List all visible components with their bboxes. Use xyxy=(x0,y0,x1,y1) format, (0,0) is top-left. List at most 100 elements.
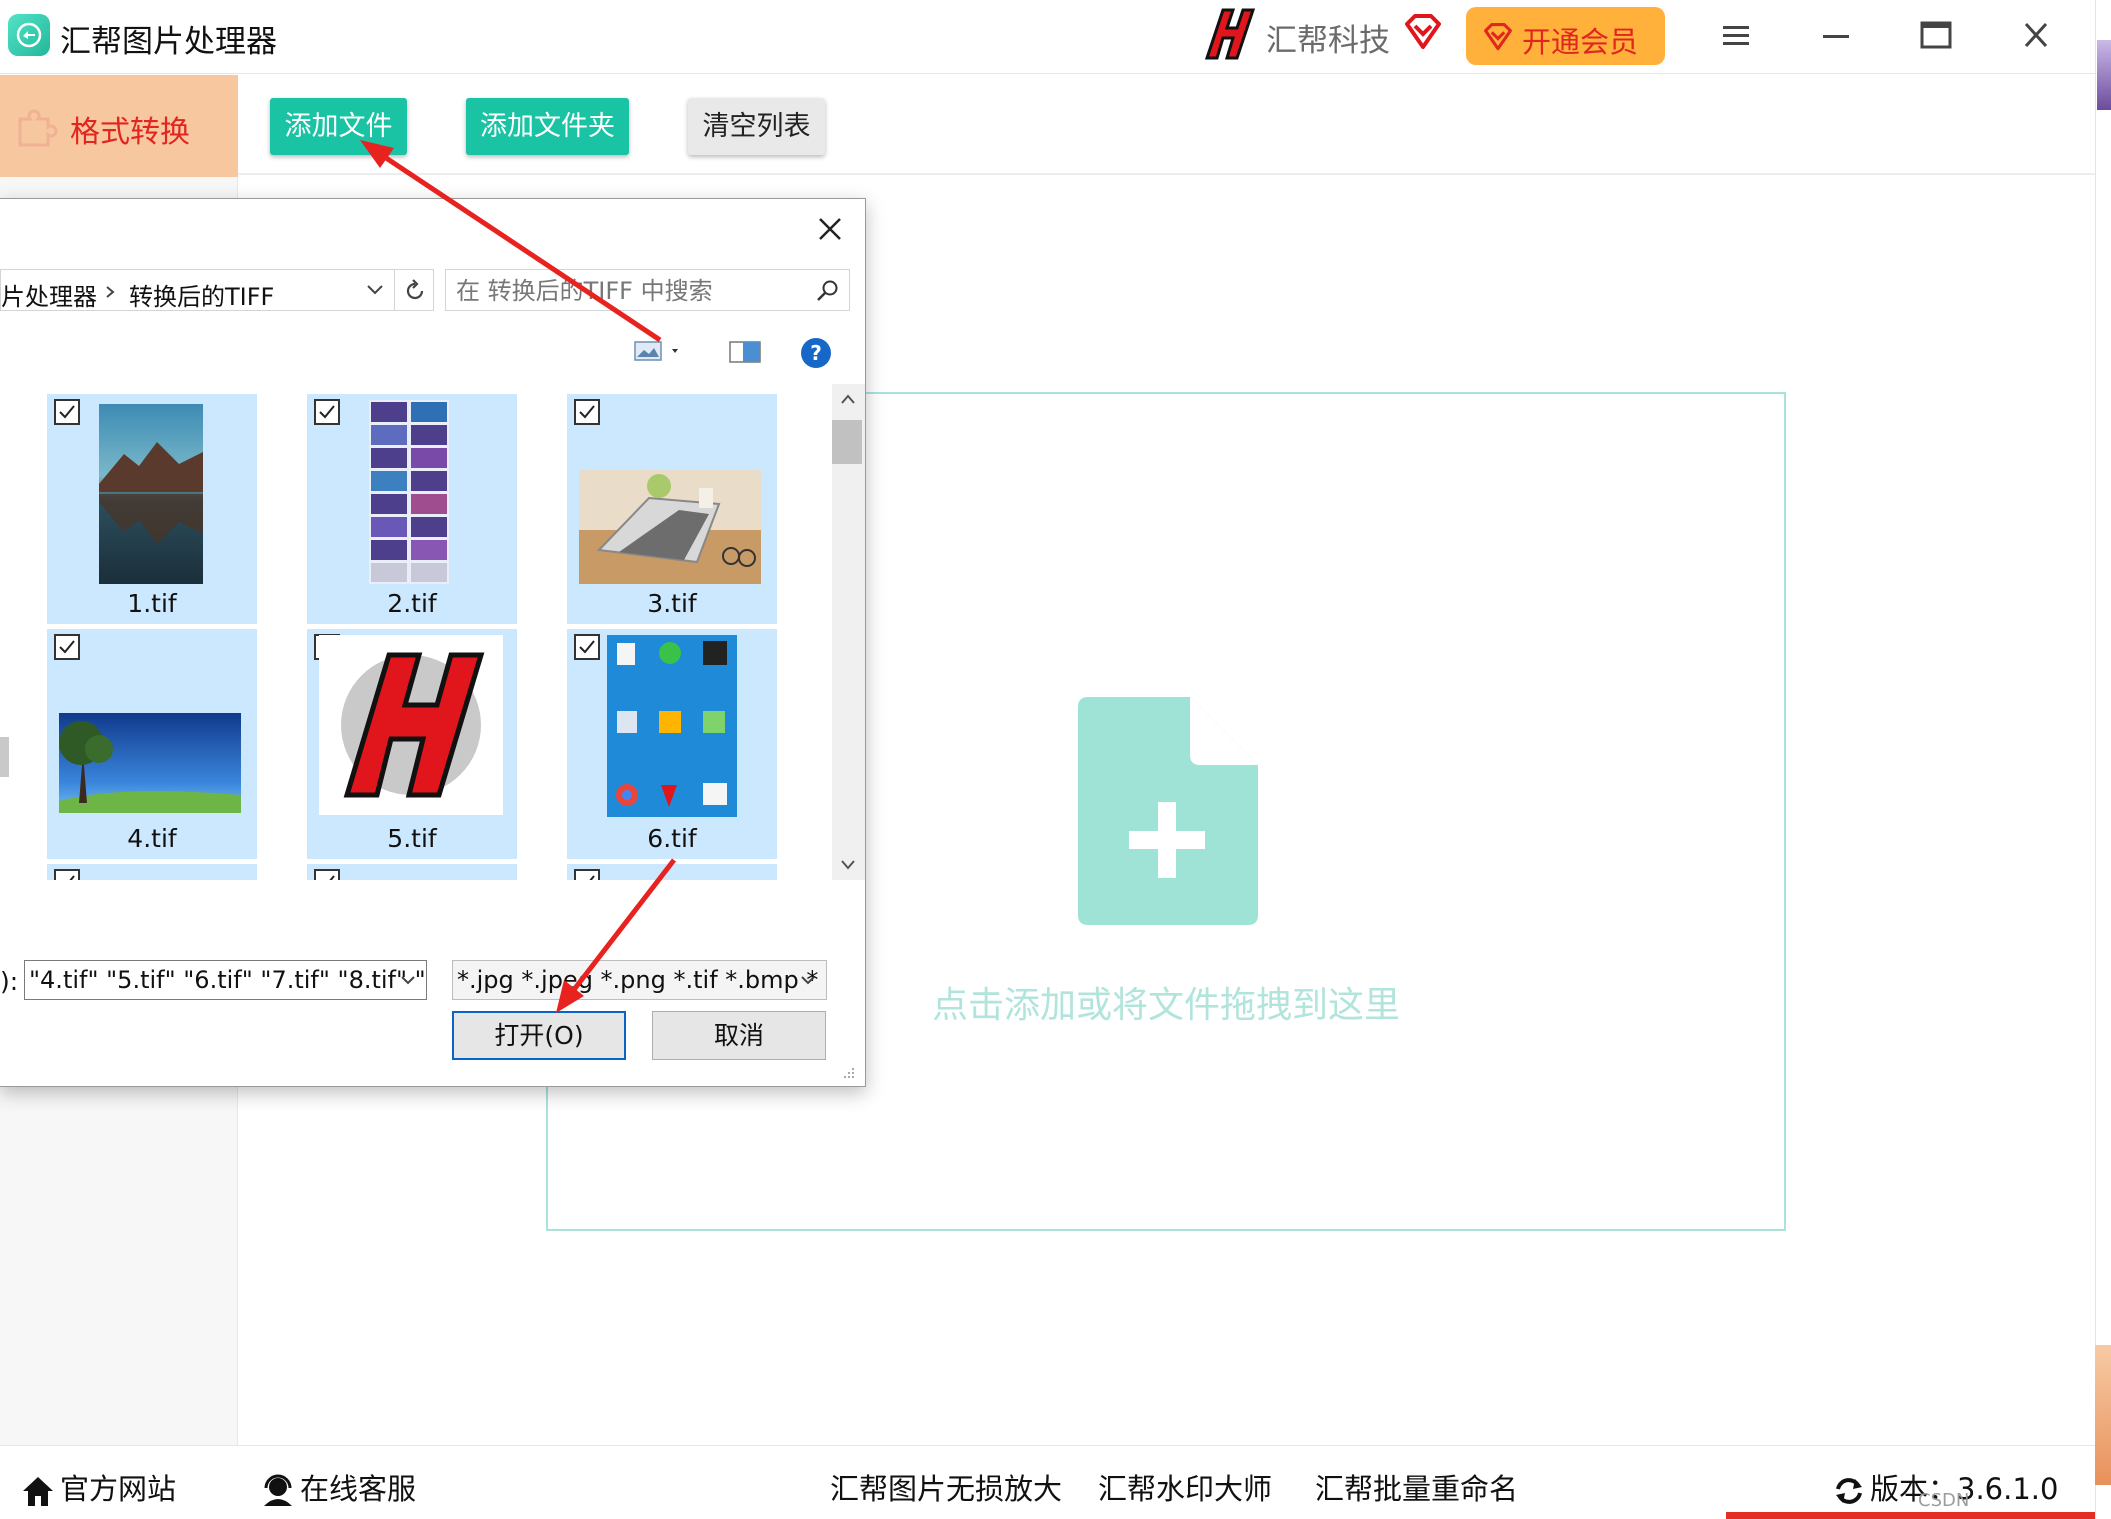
image-thumbnail xyxy=(607,635,737,817)
checkbox[interactable] xyxy=(54,869,80,880)
left-scroll-stub xyxy=(0,737,9,777)
sidebar-item-label: 格式转换 xyxy=(70,115,190,150)
svg-text:?: ? xyxy=(810,341,822,365)
preview-pane-icon[interactable] xyxy=(729,341,761,363)
view-options-icon[interactable] xyxy=(634,339,682,363)
dialog-close-icon[interactable] xyxy=(814,213,846,245)
scrollbar-thumb[interactable] xyxy=(832,420,862,464)
chevron-down-icon[interactable] xyxy=(800,975,816,985)
filename-label: ): xyxy=(0,967,19,996)
scroll-down-icon[interactable] xyxy=(841,860,855,870)
checkbox[interactable] xyxy=(574,869,600,880)
toolbar: 添加文件 添加文件夹 清空列表 xyxy=(238,75,2095,175)
vip-label: 开通会员 xyxy=(1522,25,1639,59)
file-tile[interactable] xyxy=(567,864,777,880)
brand-logo-icon xyxy=(1204,8,1255,60)
menu-button[interactable] xyxy=(1714,16,1758,56)
app-title: 汇帮图片处理器 xyxy=(60,24,277,60)
filetype-select[interactable]: *.jpg *.jpeg *.png *.tif *.bmp * xyxy=(452,960,827,1000)
check-icon xyxy=(579,405,595,419)
search-input[interactable] xyxy=(456,276,796,306)
refresh-button[interactable] xyxy=(394,269,434,311)
close-button[interactable] xyxy=(2014,16,2058,56)
search-icon xyxy=(817,280,838,301)
filename-input[interactable]: "4.tif" "5.tif" "6.tif" "7.tif" "8.tif" … xyxy=(24,960,427,1000)
refresh-icon xyxy=(406,279,424,300)
add-folder-button[interactable]: 添加文件夹 xyxy=(466,98,629,155)
resize-grip-icon[interactable] xyxy=(840,1064,856,1080)
support-label: 在线客服 xyxy=(300,1472,417,1506)
vip-button[interactable]: 开通会员 xyxy=(1466,7,1665,65)
file-tile[interactable]: 4.tif xyxy=(47,629,257,859)
minimize-button[interactable] xyxy=(1814,16,1858,56)
puzzle-icon xyxy=(18,109,58,147)
file-name: 6.tif xyxy=(647,824,697,853)
file-open-dialog: 片处理器 转换后的TIFF ? xyxy=(0,198,866,1087)
file-tile[interactable] xyxy=(307,864,517,880)
image-thumbnail xyxy=(579,470,761,584)
breadcrumb-separator-icon xyxy=(106,286,115,298)
image-thumbnail xyxy=(319,635,503,815)
headset-icon xyxy=(264,1474,292,1506)
right-edge-strip xyxy=(2095,0,2111,1519)
file-name: 3.tif xyxy=(647,589,697,618)
maximize-icon xyxy=(1920,21,1952,49)
check-icon xyxy=(59,640,75,654)
address-bar[interactable]: 片处理器 转换后的TIFF xyxy=(0,269,434,311)
checkbox[interactable] xyxy=(314,869,340,880)
file-list-view: 1.tif 2.tif 3.tif 4.tif 5.tif 6.tif xyxy=(10,384,836,880)
cancel-button[interactable]: 取消 xyxy=(652,1011,826,1060)
link-upscale[interactable]: 汇帮图片无损放大 xyxy=(830,1466,1062,1508)
file-name: 1.tif xyxy=(127,589,177,618)
refresh-icon xyxy=(1836,1478,1862,1504)
brand-name: 汇帮科技 xyxy=(1266,23,1390,59)
chevron-down-icon[interactable] xyxy=(400,975,416,985)
minimize-icon xyxy=(1823,35,1849,38)
website-label: 官方网站 xyxy=(60,1472,177,1506)
clear-list-button[interactable]: 清空列表 xyxy=(688,98,825,155)
checkbox[interactable] xyxy=(314,399,340,425)
checkbox[interactable] xyxy=(574,634,600,660)
checkbox[interactable] xyxy=(54,399,80,425)
open-button[interactable]: 打开(O) xyxy=(452,1011,626,1060)
add-file-icon xyxy=(1078,697,1258,925)
accent-line xyxy=(1726,1512,2095,1519)
search-box[interactable] xyxy=(445,269,850,311)
file-tile[interactable]: 2.tif xyxy=(307,394,517,624)
link-watermark[interactable]: 汇帮水印大师 xyxy=(1098,1466,1272,1508)
file-tile[interactable]: 6.tif xyxy=(567,629,777,859)
add-file-button[interactable]: 添加文件 xyxy=(270,98,407,155)
file-tile[interactable]: 1.tif xyxy=(47,394,257,624)
close-icon xyxy=(2024,22,2048,48)
website-link[interactable]: 官方网站 xyxy=(20,1466,176,1508)
checkbox[interactable] xyxy=(54,634,80,660)
filetype-value: *.jpg *.jpeg *.png *.tif *.bmp * xyxy=(457,966,819,994)
filename-value: "4.tif" "5.tif" "6.tif" "7.tif" "8.tif" … xyxy=(29,966,426,994)
edge-image-bottom xyxy=(2095,1345,2111,1485)
breadcrumb-segment[interactable]: 转换后的TIFF xyxy=(129,277,274,312)
chevron-down-icon[interactable] xyxy=(366,284,384,296)
scroll-up-icon[interactable] xyxy=(841,394,855,404)
link-rename[interactable]: 汇帮批量重命名 xyxy=(1315,1466,1518,1508)
support-link[interactable]: 在线客服 xyxy=(260,1466,416,1508)
title-bar: 汇帮图片处理器 汇帮科技 开通会员 xyxy=(0,0,2095,74)
file-name: 5.tif xyxy=(387,824,437,853)
file-tile[interactable]: 3.tif xyxy=(567,394,777,624)
image-thumbnail xyxy=(59,713,241,813)
help-icon[interactable]: ? xyxy=(800,337,832,369)
status-bar: 官方网站 在线客服 汇帮图片无损放大 汇帮水印大师 汇帮批量重命名 版本：3.6… xyxy=(0,1445,2095,1519)
maximize-button[interactable] xyxy=(1914,16,1958,56)
home-icon xyxy=(23,1477,53,1506)
sidebar-item-format-convert[interactable]: 格式转换 xyxy=(0,75,238,177)
check-icon xyxy=(589,875,595,880)
vertical-scrollbar[interactable] xyxy=(832,384,865,880)
hamburger-icon xyxy=(1723,26,1749,45)
check-icon xyxy=(579,640,595,654)
file-tile[interactable]: 5.tif xyxy=(307,629,517,859)
checkbox[interactable] xyxy=(574,399,600,425)
file-tile[interactable] xyxy=(47,864,257,880)
breadcrumb-segment[interactable]: 片处理器 xyxy=(1,277,97,312)
check-icon xyxy=(69,875,75,880)
file-name: 2.tif xyxy=(387,589,437,618)
vip-diamond-icon xyxy=(1483,23,1512,51)
